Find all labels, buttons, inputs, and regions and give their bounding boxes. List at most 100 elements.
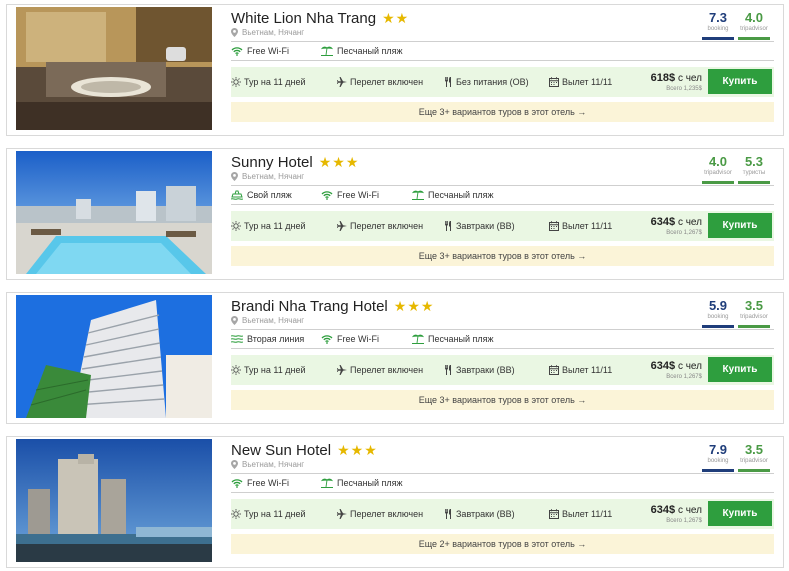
feature-label: Свой пляж (247, 190, 292, 200)
tour-flight-label: Перелет включен (350, 509, 424, 519)
plane-icon (337, 509, 347, 519)
location-pin-icon (231, 460, 238, 469)
more-tours-link[interactable]: Еще 3+ вариантов туров в этот отель → (231, 246, 774, 266)
price-suffix: с чел (677, 505, 702, 516)
tour-meals-label: Без питания (OB) (456, 77, 529, 87)
feature-label: Free Wi-Fi (337, 190, 379, 200)
price-value: 618$ (650, 72, 676, 84)
more-tours-link[interactable]: Еще 2+ вариантов туров в этот отель → (231, 534, 774, 554)
tour-meals: Завтраки (BB) (443, 499, 515, 529)
rating-tripadvisor[interactable]: 4.0 tripadvisor (700, 152, 736, 184)
hotel-name[interactable]: White Lion Nha Trang (231, 10, 376, 27)
tour-flight: Перелет включен (337, 67, 423, 97)
hotel-location: Вьетнам, Нячанг (231, 28, 304, 37)
hotel-name[interactable]: Sunny Hotel (231, 154, 313, 171)
tour-departure: Вылет 11/11 (549, 211, 612, 241)
rating-value: 7.9 (708, 442, 728, 457)
rating-booking[interactable]: 5.9 booking (700, 296, 736, 328)
rating-source: booking (707, 458, 729, 464)
tour-duration-label: Тур на 11 дней (244, 77, 306, 87)
feature-item: Свой пляж (231, 190, 292, 200)
beach-icon (321, 46, 333, 56)
hotel-title-row: Brandi Nha Trang Hotel ★ ★ ★ (231, 296, 433, 316)
sun-icon (231, 365, 241, 375)
feature-label: Песчаный пляж (428, 190, 494, 200)
tour-meals-label: Завтраки (BB) (456, 365, 515, 375)
tour-departure: Вылет 11/11 (549, 67, 612, 97)
rating-value: 5.9 (708, 298, 728, 313)
rating-source: tripadvisor (740, 458, 768, 464)
buy-button[interactable]: Купить (708, 213, 772, 238)
rooftop-pool-photo (16, 151, 212, 274)
hotel-title-row: Sunny Hotel ★ ★ ★ (231, 152, 358, 172)
feature-item: Песчаный пляж (412, 190, 494, 200)
rating-bar (738, 181, 770, 184)
more-tours-link[interactable]: Еще 3+ вариантов туров в этот отель → (231, 390, 774, 410)
wifi-icon (321, 191, 333, 200)
tour-departure-label: Вылет 11/11 (562, 221, 613, 231)
hotel-title-row: New Sun Hotel ★ ★ ★ (231, 440, 377, 460)
hotel-card: White Lion Nha Trang ★ ★ Вьетнам, Нячанг … (6, 4, 784, 136)
rating-booking[interactable]: 7.9 booking (700, 440, 736, 472)
star-icon: ★ (395, 10, 409, 26)
feature-label: Вторая линия (247, 334, 305, 344)
price-per-person: 634$ с чел (651, 504, 702, 516)
hotel-photo[interactable] (16, 439, 212, 562)
star-icon: ★ (318, 154, 332, 170)
price-block: 634$ с чел Всего 1,267$ (651, 360, 702, 380)
bathroom-photo (16, 7, 212, 130)
price-value: 634$ (650, 504, 676, 516)
tour-duration-label: Тур на 11 дней (244, 365, 306, 375)
tour-offer-row: Тур на 11 дней Перелет включен Без питан… (231, 67, 774, 97)
tour-departure: Вылет 11/11 (549, 499, 612, 529)
price-suffix: с чел (677, 73, 702, 84)
price-suffix: с чел (677, 217, 702, 228)
star-icon: ★ (337, 442, 350, 458)
tour-meals: Без питания (OB) (443, 67, 529, 97)
calendar-icon (549, 509, 559, 519)
rating-source: tripadvisor (740, 314, 768, 320)
hotel-features: Free Wi-Fi Песчаный пляж (231, 41, 774, 61)
tour-departure-label: Вылет 11/11 (562, 77, 613, 87)
calendar-icon (549, 365, 559, 375)
hotel-ratings: 7.3 booking 4.0 tripadvisor (700, 8, 772, 40)
price-value: 634$ (650, 216, 676, 228)
rating-bar (702, 469, 734, 472)
sun-icon (231, 221, 241, 231)
rating-value: 3.5 (744, 298, 764, 313)
plane-icon (337, 77, 347, 87)
tour-flight-label: Перелет включен (350, 77, 424, 87)
calendar-icon (549, 77, 559, 87)
feature-item: Free Wi-Fi (231, 46, 289, 56)
price-total: Всего 1,235$ (666, 86, 702, 92)
rating-booking[interactable]: 7.3 booking (700, 8, 736, 40)
rating-value: 7.3 (708, 10, 728, 25)
hotel-features: Вторая линия Free Wi-Fi Песчаный пляж (231, 329, 774, 349)
hotel-name[interactable]: Brandi Nha Trang Hotel (231, 298, 388, 315)
hotel-ratings: 7.9 booking 3.5 tripadvisor (700, 440, 772, 472)
hotel-name[interactable]: New Sun Hotel (231, 442, 331, 459)
rating-tripadvisor[interactable]: 3.5 tripadvisor (736, 296, 772, 328)
price-block: 634$ с чел Всего 1,267$ (651, 216, 702, 236)
buy-button[interactable]: Купить (708, 69, 772, 94)
wifi-icon (231, 47, 243, 56)
tour-offer-row: Тур на 11 дней Перелет включен Завтраки … (231, 211, 774, 241)
rating-туристы[interactable]: 5.3 туристы (736, 152, 772, 184)
buy-button[interactable]: Купить (708, 357, 772, 382)
sun-icon (231, 77, 241, 87)
buy-button[interactable]: Купить (708, 501, 772, 526)
hotel-photo[interactable] (16, 7, 212, 130)
more-tours-link[interactable]: Еще 3+ вариантов туров в этот отель → (231, 102, 774, 122)
rating-value: 3.5 (744, 442, 764, 457)
location-pin-icon (231, 316, 238, 325)
feature-label: Песчаный пляж (337, 478, 403, 488)
rating-bar (738, 469, 770, 472)
feature-item: Free Wi-Fi (321, 334, 379, 344)
hotel-photo[interactable] (16, 295, 212, 418)
feature-label: Free Wi-Fi (247, 46, 289, 56)
rating-tripadvisor[interactable]: 3.5 tripadvisor (736, 440, 772, 472)
location-text: Вьетнам, Нячанг (242, 316, 305, 325)
hotel-photo[interactable] (16, 151, 212, 274)
rating-tripadvisor[interactable]: 4.0 tripadvisor (736, 8, 772, 40)
hotel-stars: ★ ★ ★ (394, 299, 434, 313)
